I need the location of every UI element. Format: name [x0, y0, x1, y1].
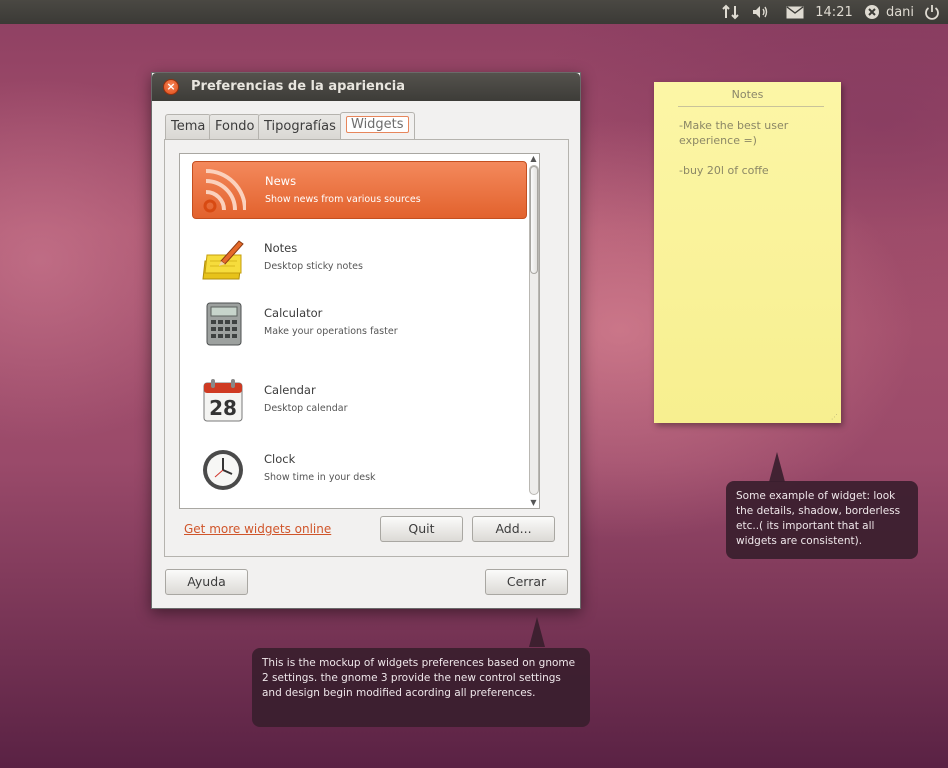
calendar-icon: 28 [201, 377, 245, 423]
widget-list[interactable]: News Show news from various sources Note… [179, 153, 540, 509]
widget-title: Calendar [264, 383, 316, 397]
top-panel: 14:21 dani [0, 0, 948, 24]
tab-tipografias[interactable]: Tipografías [258, 114, 342, 140]
note-line[interactable]: -buy 20l of coffe [679, 163, 819, 178]
clock-label[interactable]: 14:21 [813, 0, 855, 24]
callout-pointer [769, 452, 785, 482]
resize-grip-icon[interactable]: ⋰ [831, 413, 839, 421]
widget-list-scrollbar[interactable]: ▲ ▼ [527, 153, 540, 509]
user-name[interactable]: dani [883, 0, 917, 24]
scroll-down-icon[interactable]: ▼ [529, 498, 538, 507]
widget-description: Desktop calendar [264, 403, 348, 414]
notes-widget[interactable]: Notes -Make the best user experience =) … [654, 82, 841, 423]
tab-label: Tipografías [264, 119, 336, 134]
widget-callout: Some example of widget: look the details… [726, 481, 918, 559]
power-icon[interactable] [922, 0, 942, 24]
volume-icon[interactable] [751, 0, 771, 24]
tab-fondo[interactable]: Fondo [209, 114, 261, 140]
tab-label: Widgets [346, 116, 409, 133]
widget-title: Clock [264, 452, 296, 466]
add-button[interactable]: Add... [472, 516, 555, 542]
clock-icon [201, 446, 245, 492]
widget-title: News [265, 174, 297, 188]
user-status-icon[interactable] [863, 0, 881, 24]
preferences-callout: This is the mockup of widgets preference… [252, 648, 590, 727]
window-title: Preferencias de la apariencia [191, 79, 406, 94]
note-line[interactable]: -Make the best user experience =) [679, 118, 819, 148]
notes-divider [678, 106, 824, 107]
calculator-icon [201, 300, 245, 346]
widget-description: Desktop sticky notes [264, 261, 363, 272]
list-item-calendar[interactable]: 28 Calendar Desktop calendar [192, 371, 527, 429]
widget-title: Calculator [264, 306, 323, 320]
network-arrows-icon[interactable] [721, 0, 741, 24]
appearance-preferences-window: × Preferencias de la apariencia Tema Fon… [151, 72, 581, 609]
mail-icon[interactable] [785, 0, 805, 24]
calendar-icon-number: 28 [209, 396, 237, 420]
get-more-widgets-link[interactable]: Get more widgets online [184, 522, 331, 536]
help-button[interactable]: Ayuda [165, 569, 248, 595]
notes-title: Notes [731, 88, 764, 101]
list-item-notes[interactable]: Notes Desktop sticky notes [192, 229, 527, 287]
tab-label: Fondo [215, 119, 255, 134]
window-close-button[interactable]: × [163, 79, 179, 95]
close-button[interactable]: Cerrar [485, 569, 568, 595]
widget-description: Show news from various sources [265, 194, 421, 205]
scroll-track[interactable] [529, 165, 539, 495]
list-item-news[interactable]: News Show news from various sources [192, 161, 527, 219]
rss-icon [202, 168, 247, 214]
scroll-thumb[interactable] [530, 166, 538, 274]
notepad-icon [201, 235, 245, 281]
widget-description: Show time in your desk [264, 472, 376, 483]
window-titlebar[interactable]: × Preferencias de la apariencia [152, 73, 580, 101]
quit-button[interactable]: Quit [380, 516, 463, 542]
widget-description: Make your operations faster [264, 326, 398, 337]
widget-title: Notes [264, 241, 298, 255]
list-item-calculator[interactable]: Calculator Make your operations faster [192, 294, 527, 352]
tab-tema[interactable]: Tema [165, 114, 212, 140]
tab-widgets[interactable]: Widgets [340, 112, 415, 140]
widgets-tab-panel: News Show news from various sources Note… [164, 139, 569, 557]
scroll-up-icon[interactable]: ▲ [529, 154, 538, 163]
tab-label: Tema [171, 119, 206, 134]
list-item-clock[interactable]: Clock Show time in your desk [192, 440, 527, 498]
callout-pointer [529, 617, 545, 647]
